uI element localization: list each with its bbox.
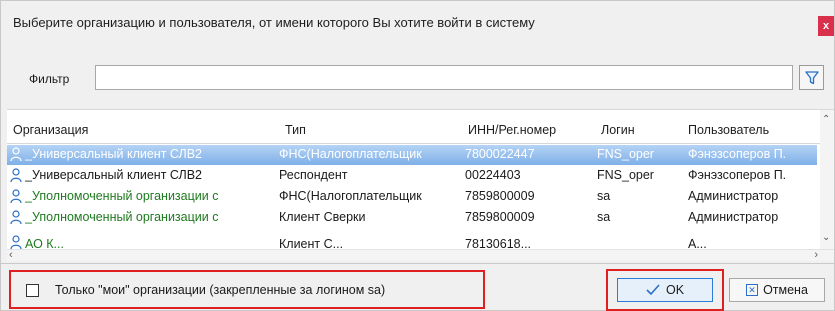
ok-highlight: OK	[606, 269, 724, 311]
cell-type: Клиент С...	[279, 237, 344, 249]
only-mine-checkbox[interactable]	[26, 284, 39, 297]
cancel-icon: ✕	[746, 284, 759, 296]
checkmark-icon	[646, 284, 660, 296]
cell-organization: _Универсальный клиент СЛВ2	[25, 147, 203, 161]
ok-button[interactable]: OK	[617, 278, 713, 302]
cell-login: FNS_oper	[597, 147, 654, 161]
cell-user: Администратор	[688, 189, 779, 203]
funnel-icon	[804, 70, 819, 84]
person-icon	[10, 210, 22, 225]
ok-label: OK	[665, 283, 685, 297]
scroll-up-icon[interactable]: ⌃	[822, 114, 830, 125]
cell-inn: 78130618...	[465, 237, 532, 249]
grid-header: Организация Тип ИНН/Рег.номер Логин Поль…	[7, 110, 834, 144]
cell-organization: _Уполномоченный организации с	[25, 189, 219, 203]
only-mine-label[interactable]: Только "мои" организации (закрепленные з…	[55, 283, 385, 297]
cell-organization: АО К...	[25, 237, 64, 249]
cell-user: Администратор	[688, 210, 779, 224]
cell-type: Клиент Сверки	[279, 210, 366, 224]
person-icon	[10, 235, 22, 249]
person-icon	[10, 189, 22, 204]
column-header-type[interactable]: Тип	[285, 123, 306, 137]
person-icon	[10, 147, 22, 162]
cell-user: Фэнэзсоперов П.	[688, 168, 787, 182]
table-row[interactable]: _Уполномоченный организации с Клиент Све…	[7, 208, 817, 228]
cell-login: FNS_oper	[597, 168, 654, 182]
table-row[interactable]: _Универсальный клиент СЛВ2 ФНС(Налогопла…	[7, 145, 817, 165]
window-title: Выберите организацию и пользователя, от …	[13, 15, 535, 30]
table-row[interactable]: АО К... Клиент С... 78130618... А...	[7, 229, 817, 249]
table-row[interactable]: _Универсальный клиент СЛВ2 Респондент 00…	[7, 166, 817, 186]
cell-organization: _Универсальный клиент СЛВ2	[25, 168, 203, 182]
cancel-button[interactable]: ✕ Отмена	[729, 278, 825, 302]
column-header-login[interactable]: Логин	[601, 123, 635, 137]
close-button[interactable]: x	[818, 16, 834, 36]
person-icon	[10, 168, 22, 183]
cell-user: А...	[688, 237, 707, 249]
scroll-down-icon[interactable]: ⌄	[822, 232, 830, 243]
organization-grid: Организация Тип ИНН/Рег.номер Логин Поль…	[7, 109, 834, 261]
cell-type: Респондент	[279, 168, 348, 182]
filter-button[interactable]	[799, 65, 824, 90]
divider	[1, 263, 834, 264]
login-dialog: Выберите организацию и пользователя, от …	[0, 0, 835, 311]
cell-inn: 00224403	[465, 168, 521, 182]
cell-inn: 7859800009	[465, 210, 535, 224]
close-icon: x	[822, 20, 830, 32]
title-bar: Выберите организацию и пользователя, от …	[1, 1, 834, 43]
cell-type: ФНС(Налогоплательщик	[279, 147, 422, 161]
cell-user: Фэнэзсоперов П.	[688, 147, 787, 161]
cell-login: sa	[597, 189, 611, 203]
cell-inn: 7859800009	[465, 189, 535, 203]
filter-input[interactable]	[95, 65, 793, 90]
cell-inn: 7800022447	[465, 147, 535, 161]
scroll-left-icon[interactable]: ‹	[9, 249, 13, 261]
column-header-user[interactable]: Пользователь	[688, 123, 769, 137]
table-row[interactable]: _Уполномоченный организации с ФНС(Налого…	[7, 187, 817, 207]
cell-type: ФНС(Налогоплательщик	[279, 189, 422, 203]
scroll-right-icon[interactable]: ›	[814, 249, 818, 261]
cell-login: sa	[597, 210, 611, 224]
only-mine-highlight: Только "мои" организации (закрепленные з…	[9, 270, 485, 309]
vertical-scrollbar[interactable]: ⌃ ⌄	[820, 110, 834, 249]
column-header-organization[interactable]: Организация	[13, 123, 88, 137]
column-header-inn[interactable]: ИНН/Рег.номер	[468, 123, 556, 137]
cancel-label: Отмена	[763, 283, 808, 297]
filter-label: Фильтр	[29, 72, 70, 86]
cell-organization: _Уполномоченный организации с	[25, 210, 219, 224]
horizontal-scrollbar[interactable]: ‹ ›	[7, 249, 834, 261]
